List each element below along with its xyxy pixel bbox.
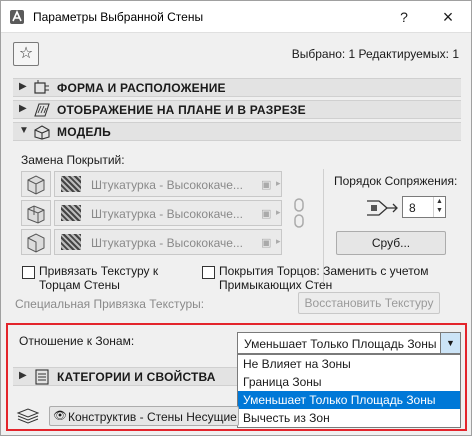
menu-arrow-icon: ▸: [276, 236, 281, 246]
zone-relation-label: Отношение к Зонам:: [19, 334, 135, 348]
surface-side-icon[interactable]: [21, 171, 51, 197]
section-model[interactable]: ▼ МОДЕЛЬ: [13, 122, 461, 141]
menu-arrow-icon: ▸: [276, 178, 281, 188]
section-label: ФОРМА И РАСПОЛОЖЕНИЕ: [57, 81, 226, 95]
categories-list-icon: [35, 369, 49, 385]
join-order-input[interactable]: 8 ▲ ▼: [402, 196, 446, 218]
section-label: КАТЕГОРИИ И СВОЙСТВА: [57, 370, 216, 384]
join-order-label: Порядок Сопряжения:: [334, 174, 458, 188]
selection-count: Выбрано: 1 Редактируемых: 1: [291, 47, 459, 61]
wall-settings-dialog: Параметры Выбранной Стены ? × ☆ Выбрано:…: [0, 0, 472, 436]
window-title: Параметры Выбранной Стены: [33, 10, 204, 24]
zone-option[interactable]: Граница Зоны: [238, 373, 460, 391]
attach-texture-checkbox[interactable]: [22, 266, 35, 279]
section-label: МОДЕЛЬ: [57, 125, 111, 139]
special-texture-label: Специальная Привязка Текстуры:: [15, 297, 205, 311]
surface-field-1[interactable]: Штукатурка - Высококаче... ▣ ▸: [54, 171, 282, 197]
surface-name: Штукатурка - Высококаче...: [91, 178, 243, 192]
layer-name: Конструктив - Стены Несущие: [68, 410, 237, 424]
picture-icon: ▣: [261, 179, 272, 191]
collapsed-arrow-icon: ▶: [19, 103, 27, 114]
picture-icon: ▣: [261, 237, 272, 249]
zone-relation-value: Уменьшает Только Площадь Зоны: [244, 337, 437, 351]
shape-position-icon: [34, 80, 49, 94]
surface-other-side-icon[interactable]: [21, 229, 51, 255]
surface-name: Штукатурка - Высококаче...: [91, 207, 243, 221]
section-shape-position[interactable]: ▶ ФОРМА И РАСПОЛОЖЕНИЕ: [13, 78, 461, 97]
join-order-icon: [367, 200, 398, 216]
override-surfaces-label: Замена Покрытий:: [21, 153, 125, 167]
surface-edge-icon[interactable]: [21, 200, 51, 226]
wall-side-icon: [27, 175, 45, 195]
title-bar: Параметры Выбранной Стены ? ×: [1, 1, 471, 33]
archicad-app-icon: [10, 10, 24, 24]
layer-bar: 👁 Конструктив - Стены Несущие: [13, 406, 239, 426]
edge-surfaces-checkbox[interactable]: [202, 266, 215, 279]
surface-name: Штукатурка - Высококаче...: [91, 236, 243, 250]
eye-icon: 👁: [53, 410, 67, 422]
surface-swatch: [61, 234, 81, 250]
wall-edge-icon: [27, 205, 45, 224]
edge-surfaces-label: Покрытия Торцов: Заменить с учетом Примы…: [219, 264, 429, 292]
attach-texture-label: Привязать Текстуру к Торцам Стены: [39, 264, 159, 292]
wall-opposite-side-icon: [27, 233, 45, 253]
join-order-value: 8: [409, 201, 416, 215]
collapsed-arrow-icon: ▶: [19, 81, 27, 92]
zone-relation-options[interactable]: Не Влияет на Зоны Граница Зоны Уменьшает…: [237, 354, 461, 428]
section-label: ОТОБРАЖЕНИЕ НА ПЛАНЕ И В РАЗРЕЗЕ: [57, 103, 306, 117]
close-button[interactable]: ×: [438, 7, 458, 27]
chain-link-icon[interactable]: [292, 198, 306, 228]
model-icon: [34, 125, 50, 140]
help-button[interactable]: ?: [394, 7, 414, 27]
dropdown-arrow-icon[interactable]: ▼: [440, 333, 460, 353]
surface-field-3[interactable]: Штукатурка - Высококаче... ▣ ▸: [54, 229, 282, 255]
favorites-button[interactable]: ☆: [13, 42, 39, 66]
floor-plan-icon: [34, 103, 50, 117]
join-order-stepper[interactable]: ▲ ▼: [433, 197, 445, 217]
surface-swatch: [61, 205, 81, 221]
zone-option-selected[interactable]: Уменьшает Только Площадь Зоны: [238, 391, 460, 409]
collapsed-arrow-icon: ▶: [19, 370, 27, 381]
zone-option[interactable]: Не Влияет на Зоны: [238, 355, 460, 373]
section-plan-section[interactable]: ▶ ОТОБРАЖЕНИЕ НА ПЛАНЕ И В РАЗРЕЗЕ: [13, 100, 461, 119]
surface-swatch: [61, 176, 81, 192]
spin-up-icon[interactable]: ▲: [434, 197, 445, 206]
menu-arrow-icon: ▸: [276, 207, 281, 217]
spin-down-icon[interactable]: ▼: [434, 206, 445, 215]
restore-texture-button[interactable]: Восстановить Текстуру: [298, 292, 440, 314]
section-categories[interactable]: ▶ КАТЕГОРИИ И СВОЙСТВА: [13, 367, 237, 386]
layers-icon: [16, 408, 40, 424]
pick-button[interactable]: Сруб...: [336, 231, 446, 255]
picture-icon: ▣: [261, 208, 272, 220]
expanded-arrow-icon: ▼: [19, 125, 29, 136]
zone-option[interactable]: Вычесть из Зон: [238, 409, 460, 427]
layer-select[interactable]: 👁 Конструктив - Стены Несущие: [49, 406, 239, 426]
surface-field-2[interactable]: Штукатурка - Высококаче... ▣ ▸: [54, 200, 282, 226]
zone-relation-select[interactable]: Уменьшает Только Площадь Зоны ▼: [237, 332, 461, 354]
